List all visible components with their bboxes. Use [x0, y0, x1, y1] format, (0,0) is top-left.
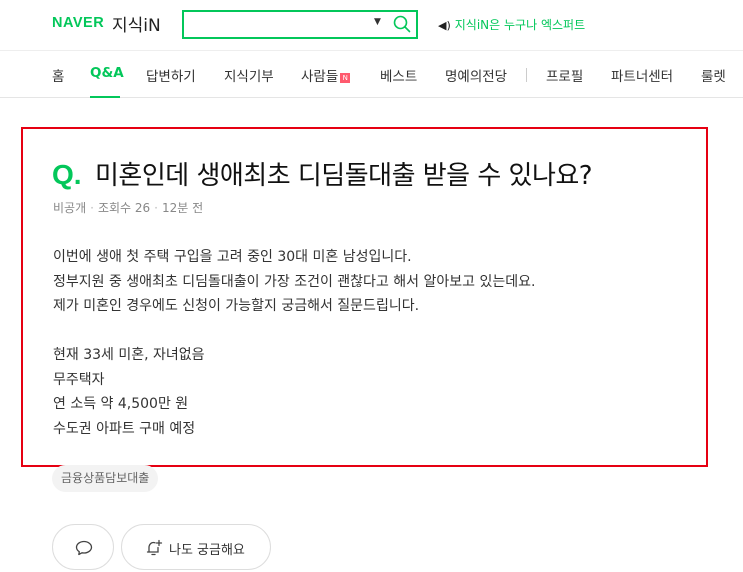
nav-divider [526, 68, 527, 82]
curious-too-label: 나도 궁금해요 [169, 543, 245, 558]
question-title: 미혼인데 생애최초 디딤돌대출 받을 수 있나요? [95, 161, 593, 191]
nav-item-qa[interactable]: Q&A [90, 65, 124, 81]
body-line: 수도권 아파트 구매 예정 [53, 420, 196, 437]
main-nav: 홈 Q&A 답변하기 지식기부 사람들 N 베스트 명예의전당 프로필 파트너센터… [0, 50, 743, 98]
category-tag[interactable]: 금융상품담보대출 [52, 465, 159, 492]
meta-separator: · [154, 201, 158, 215]
nav-item-partner-center[interactable]: 파트너센터 [611, 65, 673, 85]
body-paragraph: 이번에 생애 첫 주택 구입을 고려 중인 30대 미혼 남성입니다. 정부지원… [53, 245, 535, 319]
nav-item-home[interactable]: 홈 [52, 65, 64, 85]
question-highlight-box: Q. 미혼인데 생애최초 디딤돌대출 받을 수 있나요? 비공개 · 조회수 26 ·… [21, 127, 708, 467]
body-line: 제가 미혼인 경우에도 신청이 가능할지 궁금해서 질문드립니다. [53, 298, 420, 314]
body-line: 이번에 생애 첫 주택 구입을 고려 중인 30대 미혼 남성입니다. [53, 249, 412, 265]
nav-item-donate[interactable]: 지식기부 [224, 65, 274, 85]
bell-plus-icon [146, 539, 163, 556]
promo-text: 지식iN은 누구나 엑스퍼트 [454, 18, 586, 32]
comment-icon [75, 540, 93, 556]
question-body: 이번에 생애 첫 주택 구입을 고려 중인 30대 미혼 남성입니다. 정부지원… [53, 245, 535, 466]
service-name[interactable]: 지식iN [112, 11, 161, 36]
nav-item-answer[interactable]: 답변하기 [146, 65, 196, 85]
question-meta: 비공개 · 조회수 26 · 12분 전 [53, 199, 203, 216]
meta-separator: · [90, 201, 94, 215]
question-mark-icon: Q. [52, 159, 82, 190]
search-icon[interactable] [392, 14, 412, 34]
post-time: 12분 전 [162, 201, 204, 215]
visibility-label: 비공개 [53, 201, 87, 215]
view-count: 조회수 26 [97, 201, 151, 215]
nav-item-people-label: 사람들 [301, 69, 339, 85]
body-paragraph: 현재 33세 미혼, 자녀없음 무주택자 연 소득 약 4,500만 원 수도권… [53, 343, 535, 441]
search-input[interactable] [190, 15, 370, 34]
body-line: 정부지원 중 생애최초 디딤돌대출이 가장 조건이 괜찮다고 해서 알아보고 있… [53, 273, 536, 290]
curious-too-button[interactable]: 나도 궁금해요 [121, 524, 271, 570]
promo-link[interactable]: ◀) 지식iN은 누구나 엑스퍼트 [438, 16, 585, 33]
naver-logo[interactable]: NAVER [52, 15, 104, 31]
speaker-icon: ◀) [438, 19, 451, 32]
body-line: 연 소득 약 4,500만 원 [53, 396, 189, 412]
body-line: 현재 33세 미혼, 자녀없음 [53, 347, 205, 363]
dropdown-caret-icon[interactable]: ▼ [374, 17, 381, 27]
body-line: 무주택자 [53, 371, 105, 388]
header: NAVER 지식iN ▼ ◀) 지식iN은 누구나 엑스퍼트 [0, 0, 743, 50]
nav-item-roulette[interactable]: 룰렛 [701, 65, 726, 85]
search-box: ▼ [182, 10, 418, 39]
new-badge: N [340, 73, 351, 83]
nav-item-people[interactable]: 사람들 N [301, 65, 351, 85]
nav-item-best[interactable]: 베스트 [380, 65, 417, 85]
nav-item-hall-of-fame[interactable]: 명예의전당 [445, 65, 507, 85]
comment-button[interactable] [52, 524, 114, 570]
nav-active-indicator [90, 96, 120, 98]
nav-item-profile[interactable]: 프로필 [546, 65, 583, 85]
